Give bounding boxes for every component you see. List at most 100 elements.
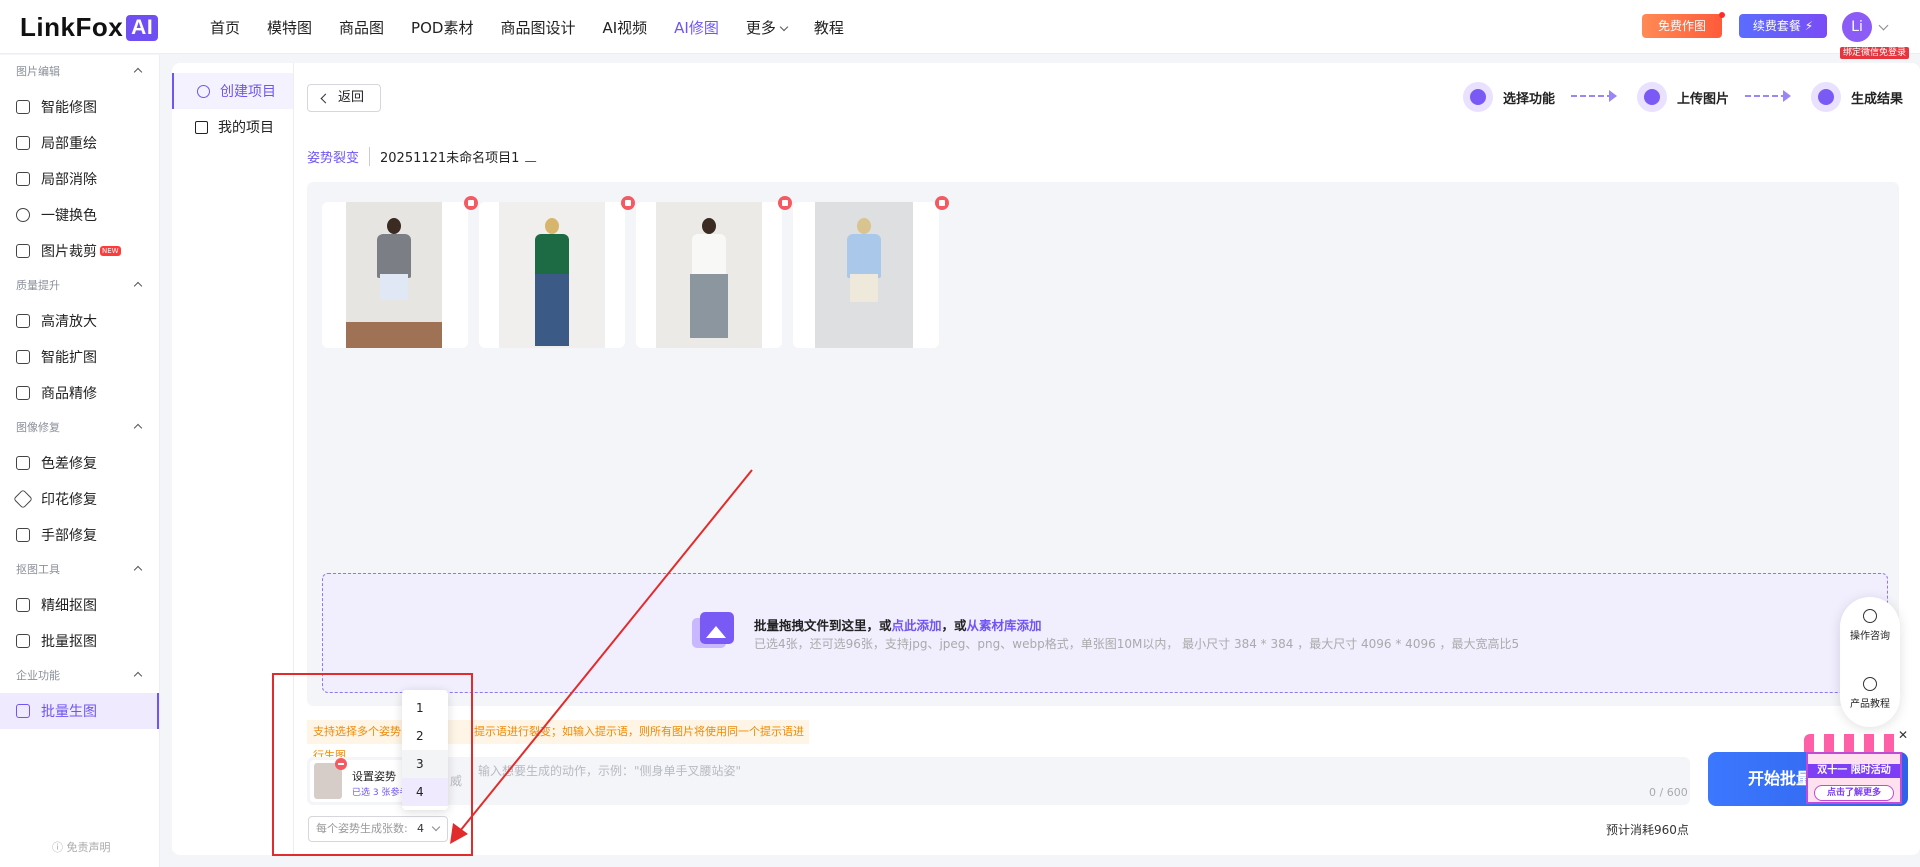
pose-label: 设置姿势 <box>352 770 396 783</box>
avatar[interactable]: Li <box>1842 12 1872 42</box>
delete-icon[interactable] <box>935 196 949 210</box>
group-image-edit[interactable]: 图片编辑 <box>0 55 159 89</box>
bulb-icon <box>1811 82 1841 112</box>
remove-icon[interactable] <box>335 758 347 770</box>
pose-tip-bar: 支持选择多个姿势， 提示语进行裂变；如输入提示语，则所有图片将使用同一个提示语进行… <box>307 720 809 762</box>
subnav-my-projects[interactable]: 我的项目 <box>172 109 293 145</box>
sidebar-item-fine-cutout[interactable]: 精细抠图 <box>0 587 159 623</box>
delete-icon[interactable] <box>464 196 478 210</box>
dropdown-option[interactable]: 2 <box>402 722 448 750</box>
nav-product-image[interactable]: 商品图 <box>339 17 384 38</box>
promo-banner[interactable]: 双十一 限时活动 点击了解更多 ✕ <box>1800 728 1908 818</box>
main-nav: 首页 模特图 商品图 POD素材 商品图设计 AI视频 AI修图 更多 教程 <box>210 0 871 54</box>
count-dropdown: 1 2 3 4 <box>402 690 448 810</box>
sidebar-item-inpaint[interactable]: 局部重绘 <box>0 125 159 161</box>
sidebar-item-label: 商品精修 <box>41 386 97 402</box>
sidebar-item-upscale[interactable]: 高清放大 <box>0 303 159 339</box>
delete-icon[interactable] <box>621 196 635 210</box>
edit-icon <box>16 136 30 150</box>
renew-plan-button[interactable]: 续费套餐 ⚡ <box>1739 14 1827 38</box>
breadcrumb: 姿势裂变 20251121未命名项目1 <box>307 147 543 166</box>
group-quality[interactable]: 质量提升 <box>0 269 159 303</box>
step-label: 生成结果 <box>1851 91 1904 107</box>
file-drop-zone[interactable] <box>322 573 1888 693</box>
uploaded-image <box>656 202 762 348</box>
sidebar-item-label: 局部重绘 <box>41 136 97 152</box>
group-repair[interactable]: 图像修复 <box>0 411 159 445</box>
nav-home[interactable]: 首页 <box>210 17 240 38</box>
sidebar-item-outpaint[interactable]: 智能扩图 <box>0 339 159 375</box>
close-icon[interactable]: ✕ <box>1898 728 1908 742</box>
sidebar-item-label: 色差修复 <box>41 456 97 472</box>
back-label: 返回 <box>338 90 365 105</box>
sidebar-item-crop[interactable]: 图片裁剪 NEW <box>0 233 159 269</box>
new-badge: NEW <box>100 246 121 256</box>
bind-wechat-badge[interactable]: 绑定微信免登录 <box>1840 47 1910 59</box>
free-create-button[interactable]: 免费作图 <box>1642 12 1725 38</box>
model-top <box>847 234 881 278</box>
select-value: 4 <box>417 822 424 835</box>
sidebar-item-label: 印花修复 <box>41 492 97 508</box>
drop-text: 批量拖拽文件到这里，或 <box>754 618 892 633</box>
sidebar-item-color-fix[interactable]: 色差修复 <box>0 445 159 481</box>
pose-selector[interactable]: 设置姿势 已选 3 张参考 <box>310 758 408 802</box>
click-add-link[interactable]: 点此添加 <box>892 618 942 633</box>
step-result: 生成结果 <box>1811 81 1903 113</box>
model-top <box>692 234 726 278</box>
dropdown-option[interactable]: 1 <box>402 694 448 722</box>
consult-button[interactable]: 操作咨询 <box>1840 609 1900 642</box>
expand-icon <box>16 350 30 364</box>
sidebar-item-print-fix[interactable]: 印花修复 <box>0 481 159 517</box>
promo-cta[interactable]: 点击了解更多 <box>1814 785 1894 801</box>
image-thumb[interactable] <box>636 196 792 348</box>
project-subnav: 创建项目 我的项目 <box>172 63 294 855</box>
nav-model-image[interactable]: 模特图 <box>267 17 312 38</box>
model-bottom <box>690 274 728 338</box>
prompt-placeholder-pre: 威 <box>450 774 463 788</box>
upload-icon <box>1637 82 1667 112</box>
sidebar-item-smart-retouch[interactable]: 智能修图 <box>0 89 159 125</box>
sidebar-item-label: 智能扩图 <box>41 350 97 366</box>
chevron-down-icon[interactable] <box>1878 20 1889 31</box>
sidebar-item-label: 智能修图 <box>41 100 97 116</box>
nav-more[interactable]: 更多 <box>746 17 789 38</box>
nav-product-design[interactable]: 商品图设计 <box>500 17 575 38</box>
material-library-link[interactable]: 从素材库添加 <box>967 618 1042 633</box>
magic-wand-icon <box>16 100 30 114</box>
dropdown-option[interactable]: 4 <box>402 778 448 806</box>
project-tag[interactable]: 姿势裂变 <box>307 147 371 166</box>
promo-title: 双十一 限时活动 <box>1808 764 1900 778</box>
sidebar-item-product-refine[interactable]: 商品精修 <box>0 375 159 411</box>
sidebar-item-hand-fix[interactable]: 手部修复 <box>0 517 159 553</box>
sidebar-item-recolor[interactable]: 一键换色 <box>0 197 159 233</box>
tutorial-button[interactable]: 产品教程 <box>1840 677 1900 710</box>
nav-tutorial[interactable]: 教程 <box>814 17 844 38</box>
nav-pod-material[interactable]: POD素材 <box>411 17 473 38</box>
image-thumb[interactable] <box>479 196 635 348</box>
group-title: 图像修复 <box>16 421 60 434</box>
nav-ai-retouch[interactable]: AI修图 <box>674 17 719 38</box>
model-head <box>545 218 559 234</box>
nav-ai-video[interactable]: AI视频 <box>602 17 647 38</box>
group-enterprise[interactable]: 企业功能 <box>0 659 159 693</box>
crop-icon <box>16 244 30 258</box>
subnav-create-project[interactable]: 创建项目 <box>172 73 293 109</box>
logo[interactable]: LinkFox AI <box>20 12 159 43</box>
count-per-pose-select[interactable]: 每个姿势生成张数: 4 <box>308 816 448 842</box>
chevron-left-icon <box>320 93 331 104</box>
chevron-down-icon <box>779 22 789 31</box>
sidebar-item-batch-cutout[interactable]: 批量抠图 <box>0 623 159 659</box>
disclaimer-link[interactable]: ⓘ 免责声明 <box>52 839 111 855</box>
image-thumb[interactable] <box>322 196 478 348</box>
delete-icon[interactable] <box>778 196 792 210</box>
tutorial-label: 产品教程 <box>1850 699 1890 710</box>
promo-awning <box>1804 734 1904 752</box>
sidebar-item-batch-generate[interactable]: 批量生图 <box>0 693 159 729</box>
model-bottom <box>535 274 569 346</box>
back-button[interactable]: 返回 <box>307 84 381 112</box>
image-thumb[interactable] <box>793 196 949 348</box>
group-cutout[interactable]: 抠图工具 <box>0 553 159 587</box>
sidebar-item-erase[interactable]: 局部消除 <box>0 161 159 197</box>
dropdown-option[interactable]: 3 <box>402 750 448 778</box>
model-head <box>857 218 871 234</box>
